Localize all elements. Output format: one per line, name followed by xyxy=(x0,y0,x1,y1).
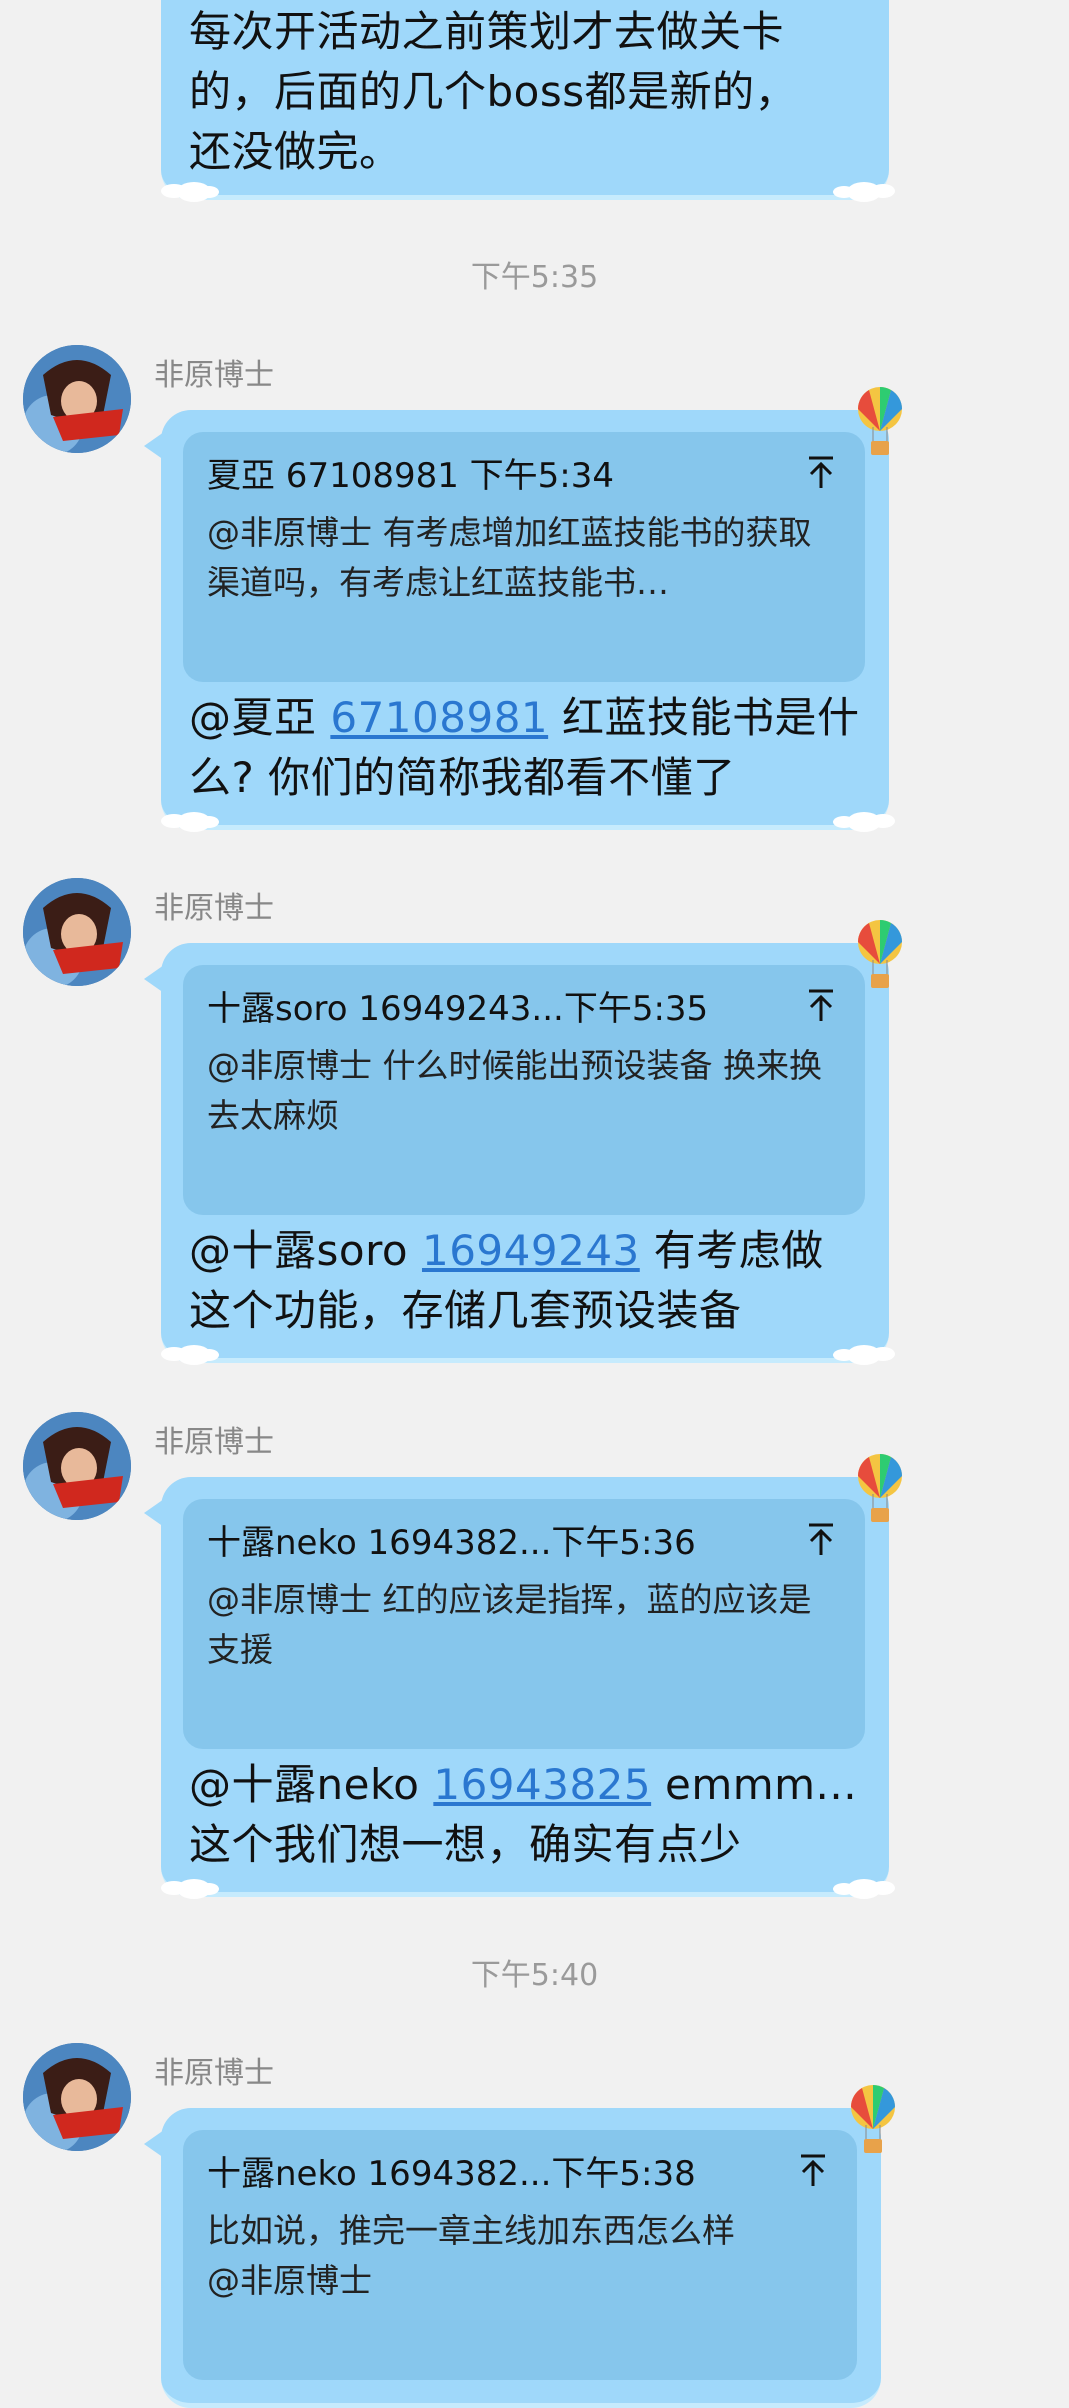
avatar[interactable] xyxy=(23,1412,131,1520)
avatar[interactable] xyxy=(23,2043,131,2151)
cloud-decoration xyxy=(827,182,897,204)
sender-name: 非原博士 xyxy=(154,1425,274,1460)
cloud-decoration xyxy=(153,1879,223,1901)
avatar-image xyxy=(23,878,131,986)
avatar-image xyxy=(23,2043,131,2151)
avatar[interactable] xyxy=(23,345,131,453)
cloud-decoration xyxy=(153,1345,223,1367)
sender-name: 非原博士 xyxy=(154,2056,274,2091)
quote-body: @非原博士 有考虑增加红蓝技能书的获取渠道吗，有考虑让红蓝技能书… xyxy=(207,513,812,602)
arrow-up-to-line-icon[interactable] xyxy=(801,985,841,1025)
quote-header: 十露neko 1694382...下午5:36 xyxy=(207,1522,696,1563)
avatar[interactable] xyxy=(23,878,131,986)
quote-body: @非原博士 什么时候能出预设装备 换来换去太麻烦 xyxy=(207,1046,822,1135)
quote-header: 十露neko 1694382...下午5:38 xyxy=(207,2153,696,2194)
bubble-tail xyxy=(144,965,164,993)
arrow-up-to-line-icon[interactable] xyxy=(801,452,841,492)
message-text: @夏亞 67108981 红蓝技能书是什 么? 你们的简称我都看不懂了 xyxy=(189,693,860,802)
avatar-image xyxy=(23,1412,131,1520)
arrow-up-to-line-icon[interactable] xyxy=(801,1519,841,1559)
timestamp: 下午5:35 xyxy=(470,260,599,295)
quoted-message[interactable]: 十露neko 1694382...下午5:38 比如说，推完一章主线加东西怎么样… xyxy=(183,2130,857,2380)
message-bubble[interactable]: 十露soro 16949243...下午5:35 @非原博士 什么时候能出预设装… xyxy=(144,943,895,1365)
user-id-link[interactable]: 16949243 xyxy=(422,1226,640,1275)
avatar-image xyxy=(23,345,131,453)
cloud-decoration xyxy=(153,182,223,204)
quoted-message[interactable]: 十露soro 16949243...下午5:35 @非原博士 什么时候能出预设装… xyxy=(183,965,865,1215)
arrow-up-to-line-icon[interactable] xyxy=(793,2150,833,2190)
quote-header: 夏亞 67108981 下午5:34 xyxy=(207,455,615,496)
quoted-message[interactable]: 十露neko 1694382...下午5:36 @非原博士 红的应该是指挥，蓝的… xyxy=(183,1499,865,1749)
quote-body: @非原博士 红的应该是指挥，蓝的应该是支援 xyxy=(207,1580,812,1669)
message-text: @十露soro 16949243 有考虑做 这个功能，存储几套预设装备 xyxy=(189,1226,824,1335)
hot-air-balloon-icon xyxy=(857,385,903,475)
message-text: @十露neko 16943825 emmm... 这个我们想一想，确实有点少 xyxy=(189,1760,858,1869)
message-bubble[interactable]: 每次开活动之前策划才去做关卡的，后面的几个boss都是新的，还没做完。 xyxy=(161,0,895,202)
user-id-link[interactable]: 67108981 xyxy=(330,693,548,742)
message-bubble[interactable]: 夏亞 67108981 下午5:34 @非原博士 有考虑增加红蓝技能书的获取渠道… xyxy=(144,410,895,832)
cloud-decoration xyxy=(827,1345,897,1367)
mention[interactable]: @十露soro xyxy=(189,1226,422,1275)
mention[interactable]: @十露neko xyxy=(189,1760,433,1809)
bubble-tail xyxy=(144,2130,164,2158)
cloud-decoration xyxy=(827,812,897,834)
sender-name: 非原博士 xyxy=(154,891,274,926)
sender-name: 非原博士 xyxy=(154,358,274,393)
bubble-tail xyxy=(144,1499,164,1527)
message-bubble[interactable]: 十露neko 1694382...下午5:36 @非原博士 红的应该是指挥，蓝的… xyxy=(144,1477,895,1899)
quote-header: 十露soro 16949243...下午5:35 xyxy=(207,988,709,1029)
timestamp: 下午5:40 xyxy=(470,1958,599,1993)
hot-air-balloon-icon xyxy=(857,1452,903,1542)
mention[interactable]: @夏亞 xyxy=(189,693,330,742)
quote-body: 比如说，推完一章主线加东西怎么样@非原博士 xyxy=(207,2211,735,2300)
user-id-link[interactable]: 16943825 xyxy=(433,1760,651,1809)
cloud-decoration xyxy=(827,1879,897,1901)
message-text: 每次开活动之前策划才去做关卡的，后面的几个boss都是新的，还没做完。 xyxy=(189,7,798,176)
cloud-decoration xyxy=(153,812,223,834)
hot-air-balloon-icon xyxy=(857,918,903,1008)
message-bubble[interactable]: 十露neko 1694382...下午5:38 比如说，推完一章主线加东西怎么样… xyxy=(144,2108,881,2408)
quoted-message[interactable]: 夏亞 67108981 下午5:34 @非原博士 有考虑增加红蓝技能书的获取渠道… xyxy=(183,432,865,682)
hot-air-balloon-icon xyxy=(850,2083,896,2173)
bubble-tail xyxy=(144,432,164,460)
